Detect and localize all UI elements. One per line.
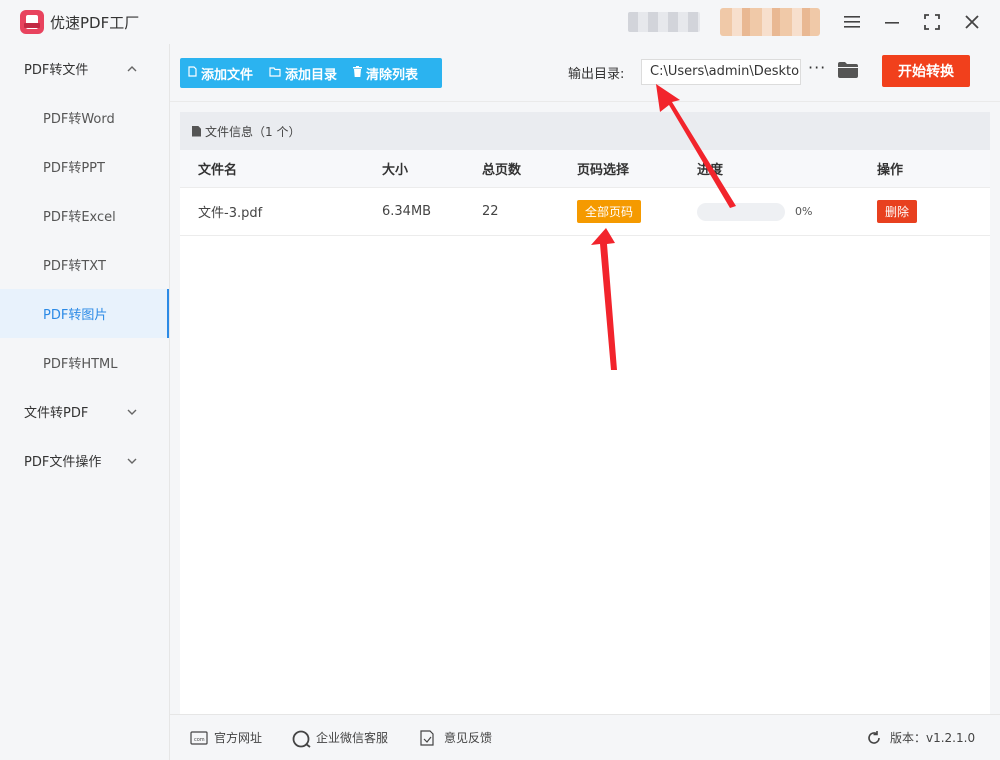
column-header-action: 操作	[877, 163, 904, 178]
column-header-progress: 进度	[697, 163, 724, 178]
sidebar-item-pdf-to-ppt[interactable]: PDF转PPT	[0, 142, 169, 191]
version-info[interactable]: 版本：v1.2.1.0	[866, 729, 975, 746]
trash-icon	[353, 66, 363, 80]
feedback-icon	[420, 729, 438, 746]
sidebar-item-pdf-to-word[interactable]: PDF转Word	[0, 93, 169, 142]
toolbar: 添加文件 添加目录 清除列表 输出目录: C:\Users\admin\Desk…	[170, 44, 1000, 102]
chevron-up-icon	[127, 62, 137, 75]
progress-percent: 0%	[795, 205, 813, 218]
document-icon	[192, 125, 201, 137]
website-link[interactable]: com 官方网址	[190, 729, 262, 746]
website-icon: com	[190, 730, 208, 746]
maximize-icon[interactable]	[920, 10, 944, 34]
version-label: 版本：v1.2.1.0	[890, 731, 976, 745]
feedback-link[interactable]: 意见反馈	[420, 729, 492, 746]
feedback-label: 意见反馈	[444, 731, 493, 745]
clear-list-label: 清除列表	[366, 67, 419, 83]
close-icon[interactable]	[960, 10, 984, 34]
output-dir-field[interactable]: C:\Users\admin\Deskto	[641, 59, 801, 85]
file-icon	[188, 66, 197, 80]
progress-cell: 0%	[697, 188, 812, 235]
sidebar: PDF转文件 PDF转Word PDF转PPT PDF转Excel PDF转TX…	[0, 44, 170, 760]
file-name: 文件-3.pdf	[198, 206, 263, 221]
main-area: 添加文件 添加目录 清除列表 输出目录: C:\Users\admin\Desk…	[170, 44, 1000, 760]
add-folder-button[interactable]: 添加目录	[261, 58, 345, 88]
file-pages: 22	[482, 204, 499, 219]
add-folder-label: 添加目录	[285, 67, 338, 83]
page-select-button[interactable]: 全部页码	[577, 200, 642, 223]
sidebar-group-label: PDF文件操作	[24, 455, 102, 470]
sidebar-group-pdf-operations[interactable]: PDF文件操作	[0, 436, 169, 485]
sidebar-item-pdf-to-html[interactable]: PDF转HTML	[0, 338, 169, 387]
clear-list-button[interactable]: 清除列表	[345, 58, 426, 88]
open-folder-icon[interactable]	[838, 62, 858, 78]
file-info-title: 文件信息（1 个）	[205, 124, 301, 139]
table-row: 文件-3.pdf 6.34MB 22 全部页码 0% 删除	[180, 188, 990, 236]
file-list-panel: 文件信息（1 个） 文件名 大小 总页数 页码选择 进度 操作 文件-3.pdf…	[180, 112, 990, 742]
column-header-name: 文件名	[198, 163, 238, 178]
chat-icon	[292, 730, 311, 748]
sidebar-item-pdf-to-excel[interactable]: PDF转Excel	[0, 191, 169, 240]
blurred-vip-badge[interactable]	[720, 8, 820, 36]
title-bar: 优速PDF工厂	[0, 0, 1000, 44]
svg-text:com: com	[194, 737, 205, 743]
wechat-support-label: 企业微信客服	[316, 731, 389, 745]
sidebar-item-pdf-to-txt[interactable]: PDF转TXT	[0, 240, 169, 289]
progress-bar	[697, 202, 785, 221]
menu-icon[interactable]	[840, 10, 864, 34]
minimize-icon[interactable]	[880, 10, 904, 34]
column-header-pages: 总页数	[482, 163, 522, 178]
column-header-size: 大小	[382, 163, 409, 178]
sidebar-group-file-to-pdf[interactable]: 文件转PDF	[0, 387, 169, 436]
start-convert-button[interactable]: 开始转换	[882, 55, 970, 87]
file-action-group: 添加文件 添加目录 清除列表	[180, 58, 442, 88]
chevron-down-icon	[127, 454, 137, 467]
sidebar-item-pdf-to-image[interactable]: PDF转图片	[0, 289, 169, 338]
output-dir-label: 输出目录:	[568, 67, 625, 82]
refresh-icon	[866, 730, 884, 746]
wechat-support-link[interactable]: 企业微信客服	[292, 729, 389, 748]
add-file-button[interactable]: 添加文件	[180, 58, 261, 88]
blurred-user-info	[628, 12, 700, 32]
file-info-header: 文件信息（1 个）	[180, 112, 990, 150]
delete-button[interactable]: 删除	[877, 200, 918, 223]
sidebar-group-pdf-to-file[interactable]: PDF转文件	[0, 44, 169, 93]
sidebar-group-label: 文件转PDF	[24, 406, 89, 421]
file-size: 6.34MB	[382, 204, 432, 219]
table-header: 文件名 大小 总页数 页码选择 进度 操作	[180, 150, 990, 188]
more-options-button[interactable]: ···	[808, 58, 826, 77]
website-label: 官方网址	[214, 731, 263, 745]
app-logo-icon	[20, 10, 44, 34]
app-title: 优速PDF工厂	[50, 14, 140, 32]
chevron-down-icon	[127, 405, 137, 418]
column-header-page-select: 页码选择	[577, 163, 630, 178]
sidebar-group-label: PDF转文件	[24, 63, 89, 78]
footer: com 官方网址 企业微信客服 意见反馈 版本：v1.2.1.0	[170, 714, 1000, 760]
folder-icon	[269, 66, 281, 80]
add-file-label: 添加文件	[201, 67, 254, 83]
